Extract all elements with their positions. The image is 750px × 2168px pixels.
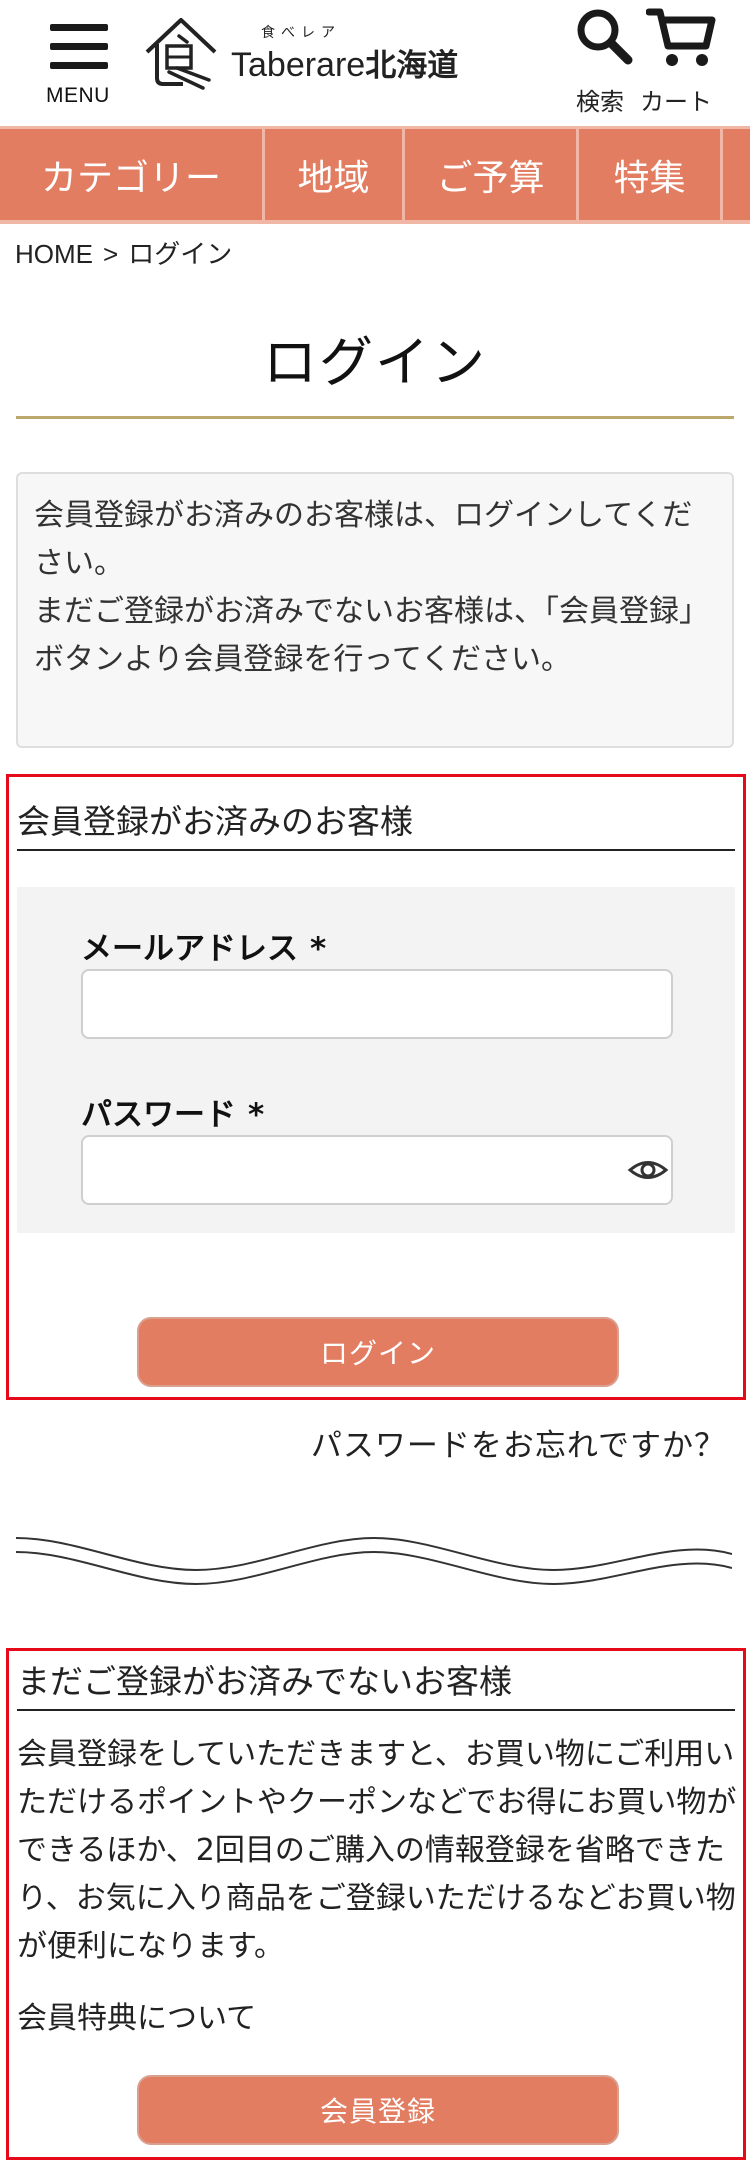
login-button[interactable]: ログイン <box>137 1317 619 1387</box>
register-button[interactable]: 会員登録 <box>137 2075 619 2145</box>
logo-wordmark: Taberare北海道 <box>231 40 458 85</box>
wave-divider <box>16 1536 732 1586</box>
notice-line-1: 会員登録がお済みのお客様は、ログインしてください。 <box>34 498 693 581</box>
register-section: まだご登録がお済みでないお客様 会員登録をしていただきますと、お買い物にご利用い… <box>6 1648 746 2160</box>
page-title: ログイン <box>263 331 487 394</box>
logo-kana: 食べレア <box>261 25 341 41</box>
nav-item-region[interactable]: 地域 <box>265 129 405 220</box>
login-form: メールアドレス * パスワード * <box>17 887 735 1233</box>
forgot-password-link[interactable]: パスワードをお忘れですか？ <box>311 1420 726 1465</box>
password-input[interactable] <box>81 1135 673 1205</box>
logo-brand: Taberare <box>231 46 366 84</box>
member-benefits-link[interactable]: 会員特典について <box>17 1993 256 2037</box>
register-section-heading: まだご登録がお済みでないお客様 <box>17 1655 735 1711</box>
email-required-mark: * <box>310 931 327 967</box>
password-required-mark: * <box>248 1097 265 1133</box>
nav-item-budget[interactable]: ご予算 <box>405 129 579 220</box>
nav-item-category[interactable]: カテゴリー <box>0 129 265 220</box>
breadcrumb-separator: > <box>103 239 119 269</box>
cart-label: カート <box>640 88 712 116</box>
category-nav: カテゴリー 地域 ご予算 特集 <box>0 126 750 224</box>
password-label-text: パスワード <box>81 1097 236 1133</box>
search-label: 検索 <box>576 88 624 116</box>
cart-icon <box>646 8 716 66</box>
email-label: メールアドレス * <box>81 923 326 968</box>
search-icon <box>577 9 633 65</box>
menu-button[interactable]: MENU <box>40 14 120 114</box>
breadcrumb: HOME > ログイン <box>15 234 232 271</box>
login-notice: 会員登録がお済みのお客様は、ログインしてください。 まだご登録がお済みでないお客… <box>16 472 734 748</box>
title-divider <box>16 416 734 419</box>
site-logo[interactable]: 食べレア Taberare北海道 <box>143 14 473 94</box>
register-description: 会員登録をしていただきますと、お買い物にご利用いただけるポイントやクーポンなどで… <box>17 1737 737 1964</box>
breadcrumb-current: ログイン <box>128 240 233 270</box>
hamburger-icon <box>50 24 108 70</box>
logo-region: 北海道 <box>365 48 459 84</box>
site-header: MENU 食べレア Taberare北海道 検索 カート <box>0 0 750 126</box>
member-login-section: 会員登録がお済みのお客様 メールアドレス * パスワード * ログイン <box>6 774 746 1400</box>
login-section-heading: 会員登録がお済みのお客様 <box>17 795 735 851</box>
eye-icon[interactable] <box>627 1149 669 1191</box>
password-label: パスワード * <box>81 1089 264 1134</box>
menu-label: MENU <box>46 84 110 107</box>
logo-mark-icon <box>145 18 217 90</box>
notice-line-2: まだご登録がお済みでないお客様は、「会員登録」ボタンより会員登録を行ってください… <box>34 594 709 677</box>
nav-item-feature[interactable]: 特集 <box>579 129 723 220</box>
breadcrumb-home[interactable]: HOME <box>15 239 93 269</box>
email-input[interactable] <box>81 969 673 1039</box>
email-label-text: メールアドレス <box>81 931 298 967</box>
search-button[interactable]: 検索 <box>572 6 642 116</box>
cart-button[interactable]: カート <box>636 6 746 116</box>
